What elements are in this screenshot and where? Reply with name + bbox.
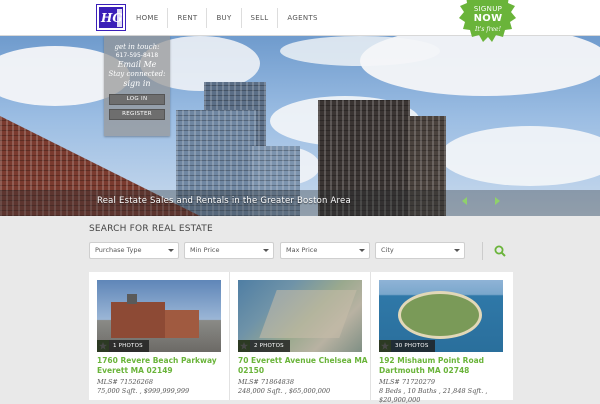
- listing-address-link[interactable]: 70 Everett Avenue Chelsea MA 02150: [238, 356, 368, 376]
- logo-side-strip: [117, 9, 122, 27]
- listing-card[interactable]: 30 PHOTOS 192 Mishaum Point Road Dartmou…: [371, 272, 512, 404]
- chevron-down-icon: [454, 249, 460, 252]
- signup-badge[interactable]: SIGNUP NOW It's free!: [456, 0, 520, 46]
- listing-card[interactable]: 2 PHOTOS 70 Everett Avenue Chelsea MA 02…: [230, 272, 371, 400]
- listing-card[interactable]: 1 PHOTOS 1760 Revere Beach Parkway Evere…: [89, 272, 230, 400]
- slider-next-icon[interactable]: [495, 197, 500, 205]
- listing-details: 8 Beds , 10 Baths , 21,848 Sqft. ,: [379, 387, 488, 395]
- photo-count-badge: 30 PHOTOS: [379, 340, 435, 352]
- min-price-select[interactable]: Min Price: [184, 242, 274, 259]
- listing-photo[interactable]: 2 PHOTOS: [238, 280, 362, 352]
- signup-free-label: It's free!: [474, 26, 502, 33]
- listing-address-link[interactable]: 192 Mishaum Point Road Dartmouth MA 0274…: [379, 356, 509, 376]
- search-divider: [482, 242, 483, 260]
- listing-photo[interactable]: 30 PHOTOS: [379, 280, 503, 352]
- signup-now-label: NOW: [473, 13, 503, 24]
- select-label: City: [381, 246, 394, 254]
- select-label: Purchase Type: [95, 246, 142, 254]
- nav-agents[interactable]: AGENTS: [278, 8, 326, 28]
- photo-building: [111, 302, 165, 338]
- listing-mls: MLS# 71526268: [97, 378, 154, 386]
- purchase-type-select[interactable]: Purchase Type: [89, 242, 179, 259]
- listings-grid: 1 PHOTOS 1760 Revere Beach Parkway Evere…: [89, 272, 513, 404]
- cloud: [440, 126, 600, 186]
- slider-prev-icon[interactable]: [462, 197, 467, 205]
- listing-details: 75,000 Sqft. , $999,999,999: [97, 387, 190, 395]
- login-button[interactable]: LOG IN: [109, 94, 165, 105]
- max-price-select[interactable]: Max Price: [280, 242, 370, 259]
- photo-building: [165, 310, 199, 338]
- select-label: Max Price: [286, 246, 318, 254]
- photo-aerial-city: [259, 290, 357, 338]
- select-label: Min Price: [190, 246, 220, 254]
- search-title: SEARCH FOR REAL ESTATE: [89, 224, 213, 234]
- city-select[interactable]: City: [375, 242, 465, 259]
- search-icon[interactable]: [494, 245, 506, 257]
- listing-mls: MLS# 71864838: [238, 378, 295, 386]
- sign-in-label: sign in: [123, 79, 151, 88]
- photo-point-island: [401, 294, 479, 336]
- email-link[interactable]: Email Me: [104, 60, 170, 69]
- phone-number: 617-595-8418: [115, 52, 159, 59]
- photo-count-badge: 2 PHOTOS: [238, 340, 290, 352]
- listing-details: 248,000 Sqft. , $65,000,000: [238, 387, 331, 395]
- site-logo[interactable]: HG: [96, 4, 126, 31]
- stay-connected-label: Stay connected:: [108, 70, 166, 78]
- listing-price: $20,900,000: [379, 396, 421, 404]
- get-in-touch-label: get in touch:: [114, 43, 160, 51]
- register-button[interactable]: REGISTER: [109, 109, 165, 120]
- contact-panel: get in touch: 617-595-8418 Email Me Stay…: [104, 36, 170, 136]
- nav-buy[interactable]: BUY: [207, 8, 242, 28]
- listing-mls: MLS# 71720279: [379, 378, 436, 386]
- listing-address-link[interactable]: 1760 Revere Beach Parkway Everett MA 021…: [97, 356, 227, 376]
- main-nav: HOME RENT BUY SELL AGENTS: [127, 8, 327, 28]
- chevron-down-icon: [263, 249, 269, 252]
- chevron-down-icon: [168, 249, 174, 252]
- nav-sell[interactable]: SELL: [242, 8, 279, 28]
- photo-chimney: [127, 294, 137, 304]
- photo-count-badge: 1 PHOTOS: [97, 340, 149, 352]
- listing-photo[interactable]: 1 PHOTOS: [97, 280, 221, 352]
- hero-caption: Real Estate Sales and Rentals in the Gre…: [97, 196, 351, 206]
- nav-home[interactable]: HOME: [127, 8, 169, 28]
- signup-label: SIGNUP: [473, 5, 503, 13]
- chevron-down-icon: [359, 249, 365, 252]
- hero-banner: Real Estate Sales and Rentals in the Gre…: [0, 36, 600, 216]
- nav-rent[interactable]: RENT: [168, 8, 208, 28]
